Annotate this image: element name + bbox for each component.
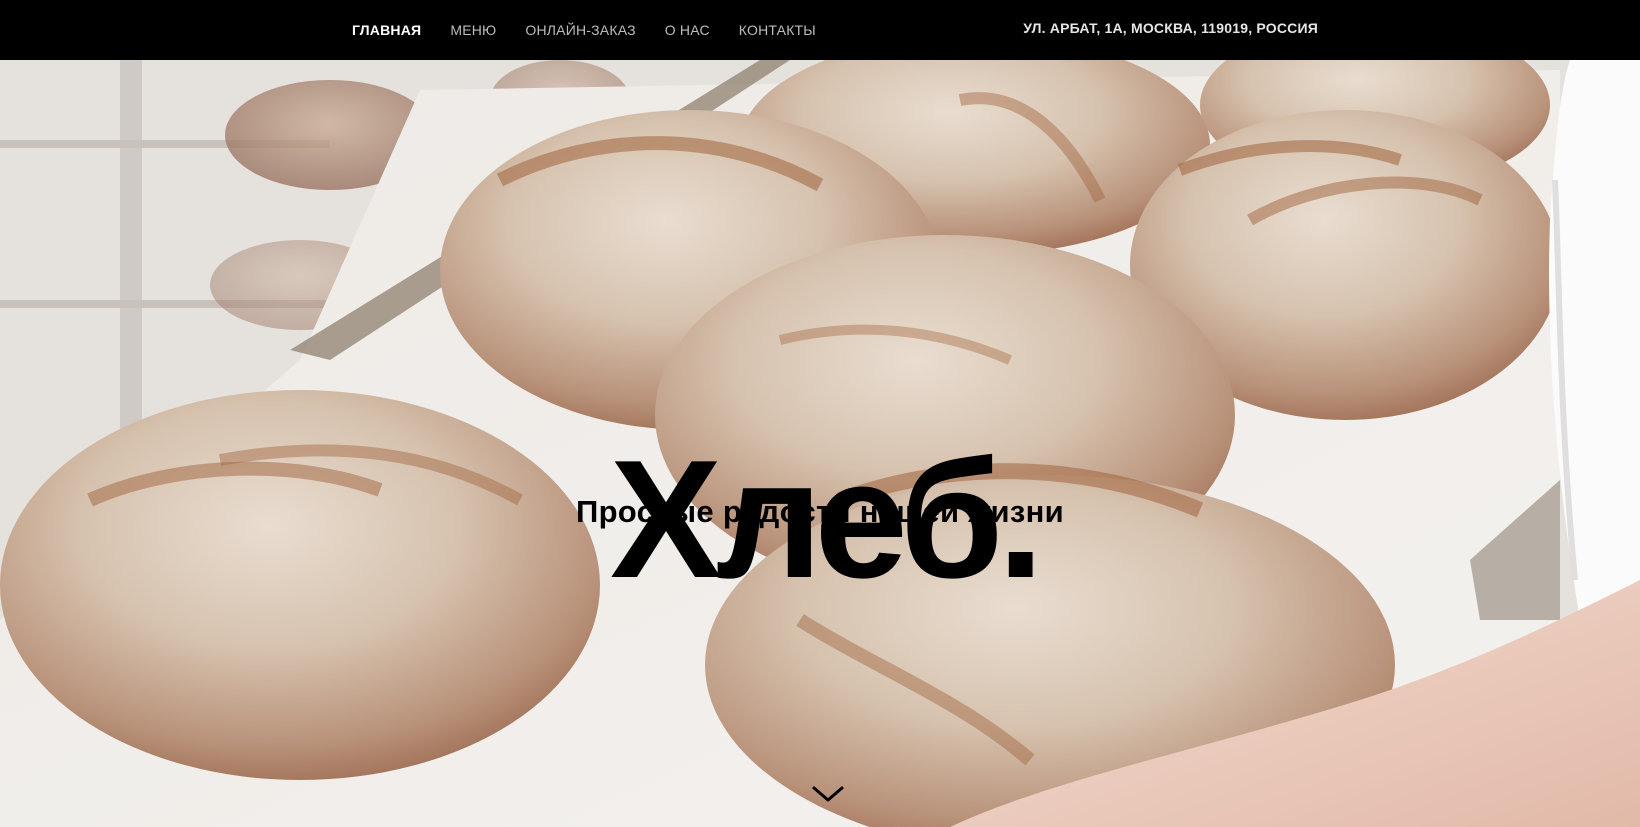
nav-item-menu[interactable]: МЕНЮ [450, 22, 496, 38]
page: ГЛАВНАЯ МЕНЮ ОНЛАЙН-ЗАКАЗ О НАС КОНТАКТЫ… [0, 0, 1640, 827]
chevron-down-icon[interactable] [810, 782, 846, 806]
nav-item-home[interactable]: ГЛАВНАЯ [352, 22, 421, 38]
nav-item-online-order[interactable]: ОНЛАЙН-ЗАКАЗ [525, 22, 635, 38]
nav-item-contacts[interactable]: КОНТАКТЫ [739, 22, 816, 38]
header-address: УЛ. АРБАТ, 1А, МОСКВА, 119019, РОССИЯ [1023, 20, 1318, 36]
hero-section: Хлеб. Простые радости нашей жизни [0, 60, 1640, 827]
main-nav: ГЛАВНАЯ МЕНЮ ОНЛАЙН-ЗАКАЗ О НАС КОНТАКТЫ [352, 0, 845, 60]
hero-subtitle: Простые радости нашей жизни [575, 494, 1064, 529]
nav-item-about[interactable]: О НАС [665, 22, 710, 38]
top-navigation-bar: ГЛАВНАЯ МЕНЮ ОНЛАЙН-ЗАКАЗ О НАС КОНТАКТЫ… [0, 0, 1640, 60]
